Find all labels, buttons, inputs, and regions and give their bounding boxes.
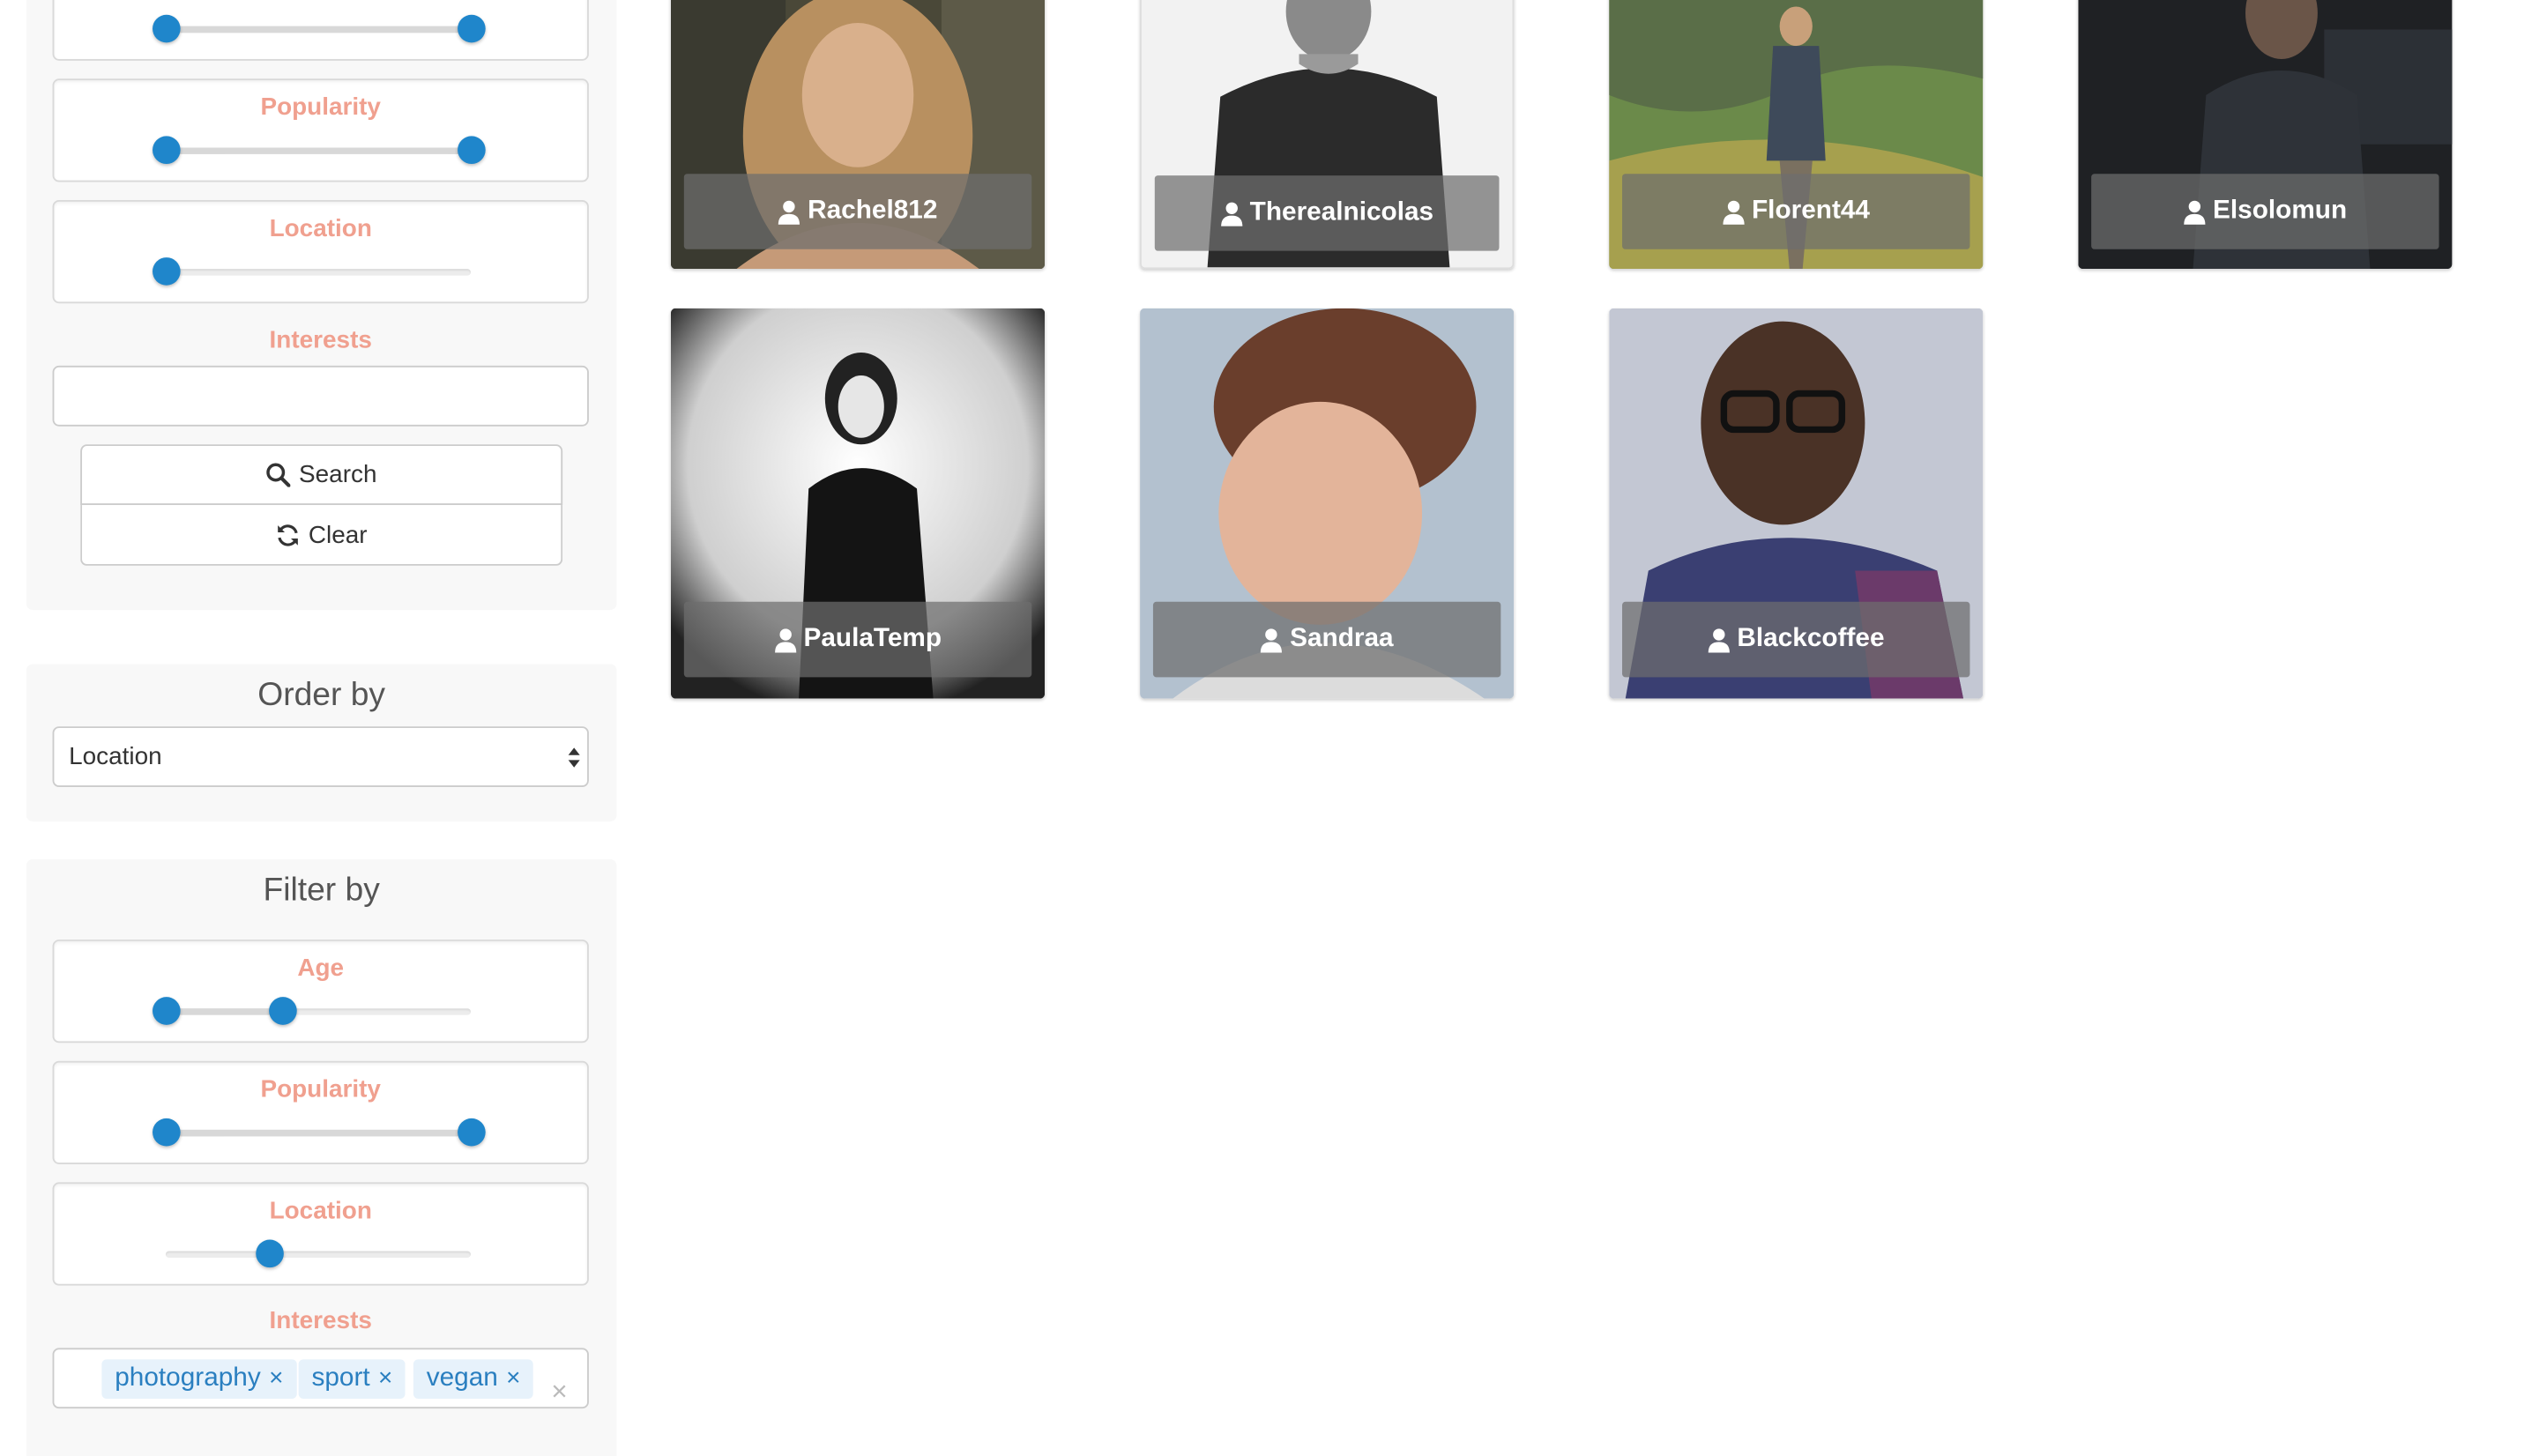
profile-username: Rachel812 bbox=[808, 197, 938, 225]
profile-card[interactable]: PaulaTemp bbox=[670, 308, 1046, 699]
slider-track[interactable] bbox=[165, 26, 471, 33]
slider-handle-min[interactable] bbox=[153, 14, 181, 43]
interest-tag: sport × bbox=[298, 1359, 406, 1400]
slider-track[interactable] bbox=[165, 1008, 471, 1015]
user-icon bbox=[1221, 201, 1243, 226]
order-title: Order by bbox=[257, 677, 386, 714]
profile-card[interactable]: Elsolomun bbox=[2078, 0, 2453, 270]
order-panel: Order by Location bbox=[26, 664, 617, 822]
clear-button[interactable]: Clear bbox=[80, 505, 563, 566]
profile-username: Blackcoffee bbox=[1737, 624, 1885, 653]
profile-card[interactable]: Therealnicolas bbox=[1140, 0, 1515, 270]
slider-box-top bbox=[52, 0, 589, 61]
search-button[interactable]: Search bbox=[80, 444, 563, 506]
slider-handle-max[interactable] bbox=[458, 14, 486, 43]
interests-label: Interests bbox=[269, 326, 372, 354]
profile-card[interactable]: Rachel812 bbox=[670, 0, 1046, 270]
profile-card[interactable]: Florent44 bbox=[1609, 0, 1984, 270]
tag-label: sport bbox=[311, 1363, 370, 1393]
profile-username: Elsolomun bbox=[2213, 197, 2348, 225]
slider-track[interactable] bbox=[165, 1129, 471, 1137]
order-select[interactable]: Location bbox=[52, 726, 589, 788]
slider-handle[interactable] bbox=[256, 1239, 285, 1268]
interests-tag-input[interactable]: photography × sport × vegan × × bbox=[52, 1348, 589, 1409]
profile-name-bar[interactable]: Rachel812 bbox=[683, 174, 1032, 249]
slider-track[interactable] bbox=[165, 147, 471, 154]
slider-handle-max[interactable] bbox=[458, 136, 486, 165]
profile-card[interactable]: Blackcoffee bbox=[1609, 308, 1984, 699]
profile-name-bar[interactable]: Florent44 bbox=[1622, 174, 1970, 249]
filter-title: Filter by bbox=[263, 872, 380, 909]
slider-track[interactable] bbox=[165, 1251, 471, 1259]
profile-username: PaulaTemp bbox=[803, 624, 942, 653]
updown-arrows-icon bbox=[568, 747, 580, 768]
user-icon bbox=[1708, 628, 1731, 652]
search-button-label: Search bbox=[299, 460, 377, 489]
tag-remove-icon[interactable]: × bbox=[506, 1364, 520, 1393]
user-icon bbox=[774, 628, 797, 652]
location-label: Location bbox=[269, 214, 372, 243]
slider-handle-min[interactable] bbox=[153, 136, 181, 165]
profile-name-bar[interactable]: Blackcoffee bbox=[1622, 601, 1970, 678]
slider-track[interactable] bbox=[165, 269, 471, 276]
tag-label: vegan bbox=[426, 1363, 498, 1393]
slider-handle-min[interactable] bbox=[153, 1118, 181, 1147]
profile-name-bar[interactable]: Sandraa bbox=[1152, 601, 1501, 678]
popularity-slider: Popularity bbox=[52, 78, 589, 182]
profile-name-bar[interactable]: PaulaTemp bbox=[683, 601, 1032, 678]
filter-panel: Filter by Age Popularity Location Intere… bbox=[26, 858, 617, 1456]
user-icon bbox=[2184, 199, 2206, 224]
slider-handle-max[interactable] bbox=[268, 997, 297, 1025]
location-slider: Location bbox=[52, 199, 589, 304]
user-icon bbox=[1723, 199, 1745, 224]
search-icon bbox=[266, 463, 291, 487]
slider-handle-max[interactable] bbox=[458, 1118, 486, 1147]
tag-remove-icon[interactable]: × bbox=[378, 1364, 392, 1393]
profile-card[interactable]: Sandraa bbox=[1140, 308, 1515, 699]
age-label: Age bbox=[297, 954, 345, 983]
clear-button-label: Clear bbox=[308, 520, 368, 549]
tag-label: photography bbox=[115, 1363, 261, 1393]
user-icon bbox=[1261, 628, 1283, 652]
profile-username: Therealnicolas bbox=[1249, 198, 1434, 227]
profile-name-bar[interactable]: Elsolomun bbox=[2091, 174, 2439, 249]
popularity-label: Popularity bbox=[260, 1075, 381, 1104]
profile-name-bar[interactable]: Therealnicolas bbox=[1154, 175, 1500, 251]
clear-all-icon[interactable]: × bbox=[551, 1378, 567, 1406]
popularity-label: Popularity bbox=[260, 93, 381, 122]
profile-username: Florent44 bbox=[1751, 197, 1870, 225]
location-label: Location bbox=[269, 1197, 372, 1225]
profile-username: Sandraa bbox=[1290, 624, 1394, 653]
slider-handle-min[interactable] bbox=[153, 997, 181, 1025]
interest-tag: vegan × bbox=[413, 1359, 534, 1400]
user-icon bbox=[778, 199, 800, 224]
location-slider: Location bbox=[52, 1182, 589, 1286]
refresh-icon bbox=[278, 524, 298, 546]
age-slider: Age bbox=[52, 940, 589, 1044]
page: Popularity Location Interests Search Cle… bbox=[0, 0, 2539, 1456]
search-panel: Popularity Location Interests Search Cle… bbox=[26, 0, 617, 611]
tag-remove-icon[interactable]: × bbox=[269, 1364, 283, 1393]
order-select-value: Location bbox=[69, 742, 162, 771]
slider-handle[interactable] bbox=[153, 257, 181, 286]
interests-input[interactable] bbox=[52, 365, 589, 427]
interest-tag: photography × bbox=[101, 1359, 297, 1400]
interests-label: Interests bbox=[269, 1306, 372, 1335]
popularity-slider: Popularity bbox=[52, 1060, 589, 1164]
